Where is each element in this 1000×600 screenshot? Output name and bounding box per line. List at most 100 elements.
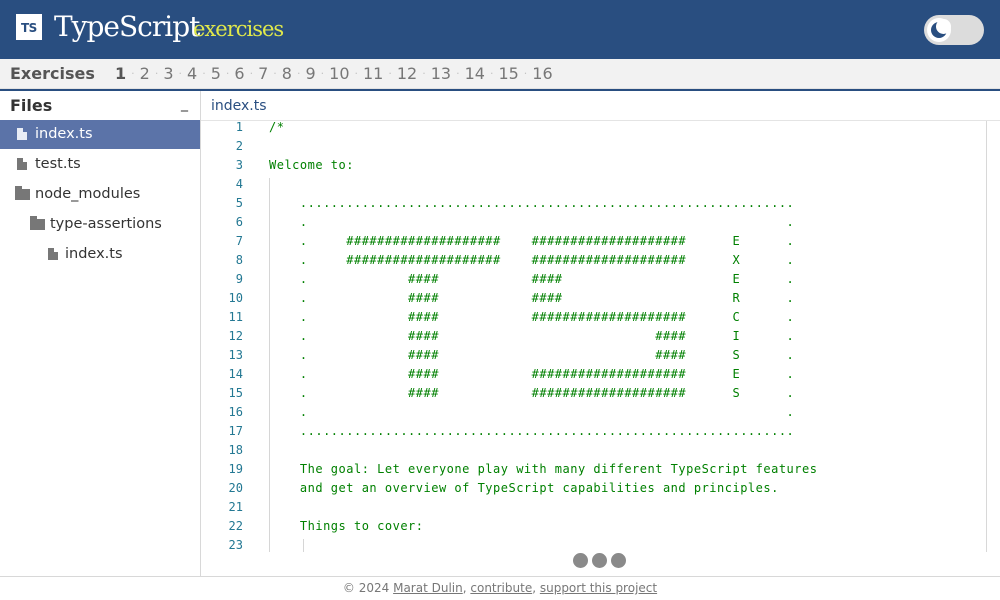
code-line: . #### #################### C .: [269, 310, 795, 324]
code-line: /*: [269, 121, 285, 134]
folder-label: type-assertions: [50, 216, 162, 232]
code-line: ........................................…: [269, 196, 795, 210]
exercise-link-4[interactable]: 4: [187, 64, 197, 84]
files-panel: Files _ index.ts test.ts node_modules ty…: [0, 91, 201, 576]
code-line: . #### #################### S .: [269, 386, 795, 400]
exercise-separator: ·: [523, 67, 528, 80]
logo-text: TS: [21, 21, 37, 35]
theme-toggle[interactable]: [924, 15, 984, 45]
indent-guide: [303, 539, 304, 552]
exercise-link-14[interactable]: 14: [465, 64, 485, 84]
exercise-separator: ·: [422, 67, 426, 80]
line-number: 22: [228, 519, 243, 533]
line-number: 10: [228, 291, 243, 305]
line-number: 1: [235, 121, 243, 134]
exercise-separator: ·: [154, 67, 159, 80]
exercise-link-11[interactable]: 11: [363, 64, 383, 84]
line-number: 8: [235, 253, 243, 267]
code-line: . #### #################### E .: [269, 367, 795, 381]
line-number: 4: [235, 177, 243, 191]
line-number: 9: [235, 272, 243, 286]
line-number: 11: [228, 310, 243, 324]
typescript-logo[interactable]: TS: [16, 14, 42, 40]
exercise-list: 1 · 2 · 3 · 4 · 5 · 6 · 7 · 8 · 9 · 10 · 11 · 12 · 13 · 14 · 15 · 16: [115, 64, 553, 84]
code-line: . #################### #################…: [269, 234, 795, 248]
line-number: 5: [235, 196, 243, 210]
file-label: index.ts: [35, 126, 93, 142]
code-line: . #### #### S .: [269, 348, 795, 362]
line-number: 16: [228, 405, 243, 419]
exercise-link-12[interactable]: 12: [397, 64, 417, 84]
author-link[interactable]: Marat Dulin: [393, 581, 463, 595]
file-item-index-ts[interactable]: index.ts: [0, 120, 200, 149]
exercise-link-6[interactable]: 6: [234, 64, 244, 84]
exercise-separator: ·: [249, 67, 254, 80]
tab-index-ts[interactable]: index.ts: [211, 96, 267, 116]
brand-title[interactable]: TypeScript: [54, 9, 200, 45]
line-number: 17: [228, 424, 243, 438]
file-item-test-ts[interactable]: test.ts: [0, 150, 200, 179]
code-line: . .: [269, 405, 795, 419]
code-line: Things to cover:: [269, 519, 424, 533]
exercise-link-16[interactable]: 16: [532, 64, 552, 84]
file-label: test.ts: [35, 156, 81, 172]
exercise-link-15[interactable]: 15: [498, 64, 518, 84]
editor-tab-bar: index.ts: [201, 91, 1000, 121]
exercise-link-2[interactable]: 2: [140, 64, 150, 84]
exercise-link-1[interactable]: 1: [115, 64, 126, 84]
folder-icon: [30, 216, 45, 230]
line-number: 20: [228, 481, 243, 495]
copyright-text: © 2024: [342, 581, 390, 595]
folder-item-type-assertions[interactable]: type-assertions: [0, 210, 200, 239]
line-number: 21: [228, 500, 243, 514]
exercise-separator: ·: [354, 67, 359, 80]
code-line: . .: [269, 215, 795, 229]
line-number: 7: [235, 234, 243, 248]
code-line: and get an overview of TypeScript capabi…: [269, 481, 779, 495]
file-icon: [48, 248, 58, 260]
line-number: 19: [228, 462, 243, 476]
code-editor[interactable]: 1 /* 2 3 Welcome to: 4 5 .....................…: [201, 121, 987, 552]
line-number: 23: [228, 538, 243, 552]
exercises-bar: Exercises 1 · 2 · 3 · 4 · 5 · 6 · 7 · 8 · 9 · 10 · 11 · 12 · 13 ·…: [0, 59, 1000, 89]
brand-subtitle[interactable]: exercises: [193, 14, 284, 44]
code-line: . #################### #################…: [269, 253, 795, 267]
exercise-link-7[interactable]: 7: [258, 64, 268, 84]
file-label: index.ts: [65, 246, 123, 262]
folder-item-node-modules[interactable]: node_modules: [0, 180, 200, 209]
exercise-link-5[interactable]: 5: [211, 64, 221, 84]
exercise-separator: ·: [388, 67, 392, 80]
folder-label: node_modules: [35, 186, 141, 202]
exercise-separator: ·: [320, 67, 325, 80]
code-line: . #### #### E .: [269, 272, 795, 286]
toggle-knob: [927, 18, 951, 42]
exercise-separator: ·: [489, 67, 494, 80]
exercise-separator: ·: [202, 67, 206, 80]
exercise-separator: ·: [456, 67, 460, 80]
code-line: The goal: Let everyone play with many di…: [269, 462, 818, 476]
collapse-panel-button[interactable]: _: [181, 96, 188, 112]
contribute-link[interactable]: contribute: [470, 581, 532, 595]
exercise-link-10[interactable]: 10: [329, 64, 349, 84]
exercise-link-13[interactable]: 13: [431, 64, 451, 84]
exercise-separator: ·: [225, 67, 230, 80]
exercise-separator: ·: [131, 67, 135, 80]
line-number: 3: [235, 158, 243, 172]
line-number: 18: [228, 443, 243, 457]
line-number: 12: [228, 329, 243, 343]
loading-dot: [573, 553, 588, 568]
file-icon: [17, 128, 27, 140]
editor-scrollbar[interactable]: [986, 121, 987, 552]
loading-dot: [611, 553, 626, 568]
exercise-separator: ·: [178, 67, 183, 80]
file-item-nested-index-ts[interactable]: index.ts: [0, 240, 200, 269]
support-link[interactable]: support this project: [540, 581, 657, 595]
code-line: Welcome to:: [269, 158, 354, 172]
exercise-link-9[interactable]: 9: [305, 64, 315, 84]
file-icon: [17, 158, 27, 170]
line-number: 15: [228, 386, 243, 400]
exercise-link-3[interactable]: 3: [163, 64, 173, 84]
line-number: 14: [228, 367, 243, 381]
footer: © 2024 Marat Dulin, contribute, support …: [0, 576, 1000, 600]
exercise-link-8[interactable]: 8: [282, 64, 292, 84]
